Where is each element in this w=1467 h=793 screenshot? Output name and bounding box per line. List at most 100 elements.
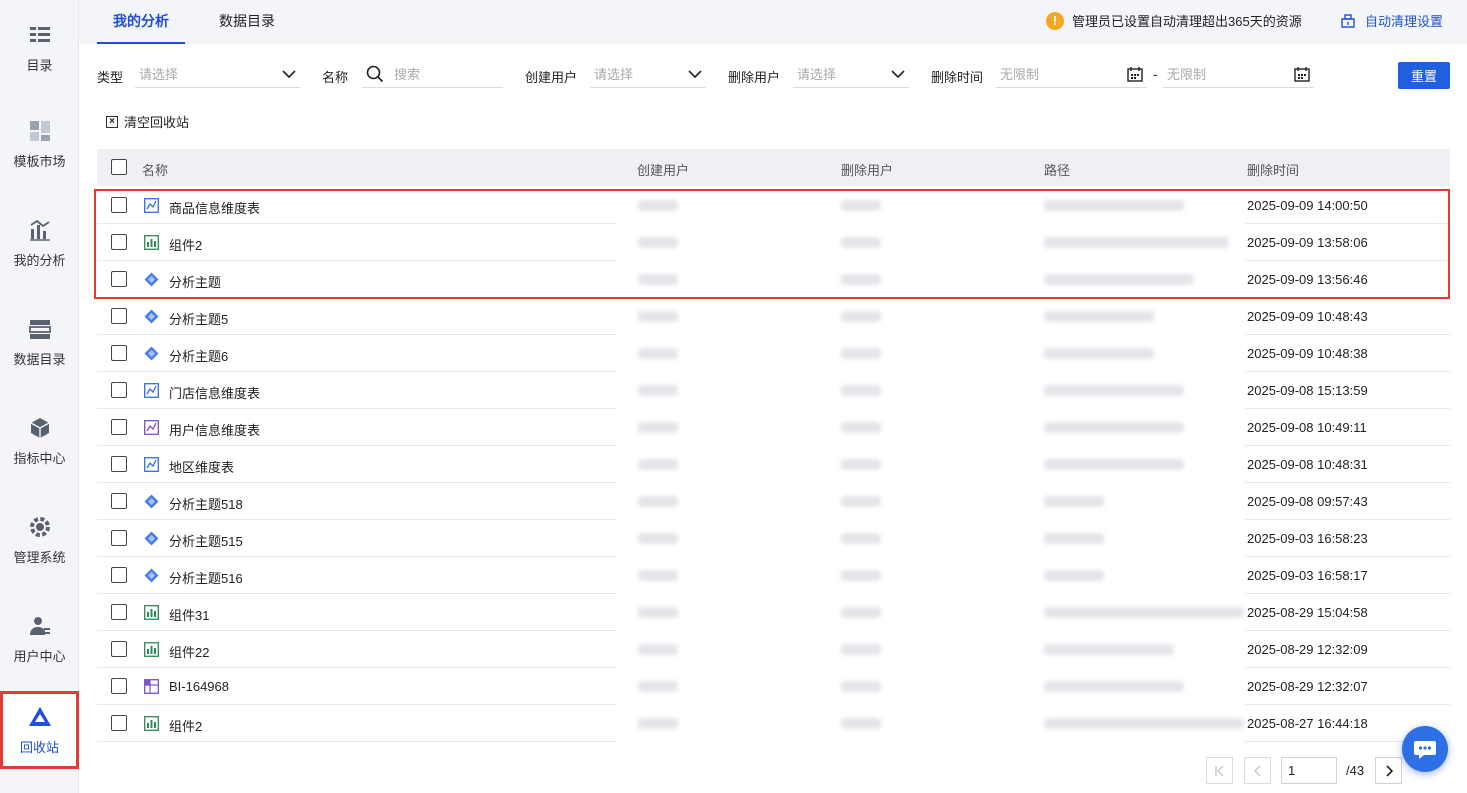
row-checkbox[interactable] [111, 530, 127, 546]
table-header: 名称 创建用户 删除用户 路径 删除时间 [97, 149, 1450, 186]
tab-my-analysis[interactable]: 我的分析 [97, 0, 185, 44]
chevron-left-icon [1253, 765, 1260, 776]
row-delete-time: 2025-09-08 15:13:59 [1247, 383, 1368, 398]
table-row[interactable]: 分析主题6 2025-09-09 10:48:38 [97, 335, 1450, 372]
path-redacted [1044, 681, 1184, 692]
type-select[interactable]: 请选择 [135, 60, 300, 88]
sidebar: 目录 模板市场我的分析数据目录指标中心 管理系统用户中心回收站 [0, 0, 79, 793]
creator-redacted [638, 422, 678, 433]
deleter-placeholder: 请选择 [797, 67, 837, 82]
line-chart-icon [144, 457, 159, 472]
row-checkbox[interactable] [111, 197, 127, 213]
start-date-picker[interactable]: 无限制 [996, 60, 1147, 88]
sidebar-item-label: 用户中心 [13, 648, 66, 664]
deleter-redacted [841, 533, 881, 544]
row-checkbox[interactable] [111, 567, 127, 583]
prev-page-button[interactable] [1244, 757, 1271, 784]
sidebar-item-2[interactable]: 我的分析 [0, 195, 79, 291]
table-row[interactable]: 组件2 2025-09-09 13:58:06 [97, 224, 1450, 261]
sidebar-item-label: 数据目录 [13, 351, 66, 367]
row-checkbox[interactable] [111, 308, 127, 324]
deleter-select[interactable]: 请选择 [793, 60, 909, 88]
row-delete-time: 2025-09-08 10:48:31 [1247, 457, 1368, 472]
table-row[interactable]: 组件2 2025-08-27 16:44:18 [97, 705, 1450, 742]
row-delete-time: 2025-09-08 10:49:11 [1247, 420, 1367, 435]
row-delete-time: 2025-09-08 09:57:43 [1247, 494, 1368, 509]
sidebar-item-6[interactable]: 用户中心 [0, 591, 79, 687]
bar-chart-icon [144, 235, 159, 250]
first-page-button[interactable] [1206, 757, 1233, 784]
creator-redacted [638, 496, 678, 507]
type-label: 类型 [97, 70, 124, 85]
row-checkbox[interactable] [111, 493, 127, 509]
sidebar-item-4[interactable]: 指标中心 [0, 393, 79, 489]
deleter-label: 删除用户 [728, 70, 781, 85]
row-delete-time: 2025-08-29 12:32:09 [1247, 642, 1368, 657]
path-redacted [1044, 533, 1104, 544]
row-checkbox[interactable] [111, 715, 127, 731]
creator-redacted [638, 348, 678, 359]
path-redacted [1044, 422, 1184, 433]
table-row[interactable]: 商品信息维度表 2025-09-09 14:00:50 [97, 187, 1450, 224]
row-checkbox[interactable] [111, 382, 127, 398]
settings-export-icon [1341, 13, 1355, 28]
row-checkbox[interactable] [111, 604, 127, 620]
sidebar-item-1[interactable]: 模板市场 [0, 96, 79, 192]
delete-time-label: 删除时间 [931, 70, 984, 85]
sidebar-item-5[interactable]: 管理系统 [0, 492, 79, 588]
path-redacted [1044, 718, 1244, 729]
path-redacted [1044, 348, 1154, 359]
sidebar-item-3[interactable]: 数据目录 [0, 294, 79, 390]
deleter-redacted [841, 274, 881, 285]
table-row[interactable]: 组件22 2025-08-29 12:32:09 [97, 631, 1450, 668]
row-checkbox[interactable] [111, 234, 127, 250]
grid-report-icon [144, 679, 159, 694]
deleter-redacted [841, 570, 881, 581]
gear-icon [28, 515, 52, 539]
sidebar-item-0[interactable]: 目录 [0, 0, 79, 96]
sidebar-item-label: 我的分析 [13, 252, 66, 268]
row-name: 分析主题5 [169, 312, 229, 327]
tab-data-catalog[interactable]: 数据目录 [209, 0, 285, 44]
table-row[interactable]: 地区维度表 2025-09-08 10:48:31 [97, 446, 1450, 483]
bar-chart-icon [144, 642, 159, 657]
row-checkbox[interactable] [111, 419, 127, 435]
reset-button[interactable]: 重置 [1398, 62, 1450, 89]
clear-recycle-bin-button[interactable]: × 清空回收站 [106, 112, 189, 131]
end-date-picker[interactable]: 无限制 [1163, 60, 1314, 88]
line-chart-icon [144, 383, 159, 398]
row-checkbox[interactable] [111, 678, 127, 694]
table-row[interactable]: 分析主题518 2025-09-08 09:57:43 [97, 483, 1450, 520]
auto-clean-settings-link[interactable]: 自动清理设置 [1340, 11, 1443, 30]
creator-label: 创建用户 [525, 70, 578, 85]
row-checkbox[interactable] [111, 456, 127, 472]
name-search-input[interactable]: 搜索 [362, 60, 503, 88]
table-row[interactable]: 用户信息维度表 2025-09-08 10:49:11 [97, 409, 1450, 446]
row-name: 分析主题 [169, 275, 222, 290]
row-checkbox[interactable] [111, 641, 127, 657]
table-row[interactable]: BI-164968 2025-08-29 12:32:07 [97, 668, 1450, 705]
table-row[interactable]: 组件31 2025-08-29 15:04:58 [97, 594, 1450, 631]
table-row[interactable]: 分析主题 2025-09-09 13:56:46 [97, 261, 1450, 298]
sidebar-item-7[interactable]: 回收站 [0, 691, 79, 769]
page-number-input[interactable]: 1 [1281, 757, 1337, 784]
deleter-redacted [841, 681, 881, 692]
row-divider [97, 741, 617, 742]
table-row[interactable]: 分析主题515 2025-09-03 16:58:23 [97, 520, 1450, 557]
creator-select[interactable]: 请选择 [590, 60, 706, 88]
row-delete-time: 2025-09-09 13:56:46 [1247, 272, 1368, 287]
table-row[interactable]: 分析主题5 2025-09-09 10:48:43 [97, 298, 1450, 335]
table-row[interactable]: 门店信息维度表 2025-09-08 15:13:59 [97, 372, 1450, 409]
notice-text: 管理员已设置自动清理超出365天的资源 [1072, 14, 1302, 29]
select-all-checkbox[interactable] [111, 159, 127, 175]
next-page-button[interactable] [1375, 757, 1402, 784]
deleter-redacted [841, 385, 881, 396]
chat-assistant-button[interactable] [1402, 726, 1448, 772]
table-row[interactable]: 分析主题516 2025-09-03 16:58:17 [97, 557, 1450, 594]
creator-placeholder: 请选择 [594, 67, 634, 82]
row-checkbox[interactable] [111, 271, 127, 287]
user-settings-icon [28, 614, 52, 638]
bar-chart-icon [144, 605, 159, 620]
deleter-redacted [841, 496, 881, 507]
row-checkbox[interactable] [111, 345, 127, 361]
